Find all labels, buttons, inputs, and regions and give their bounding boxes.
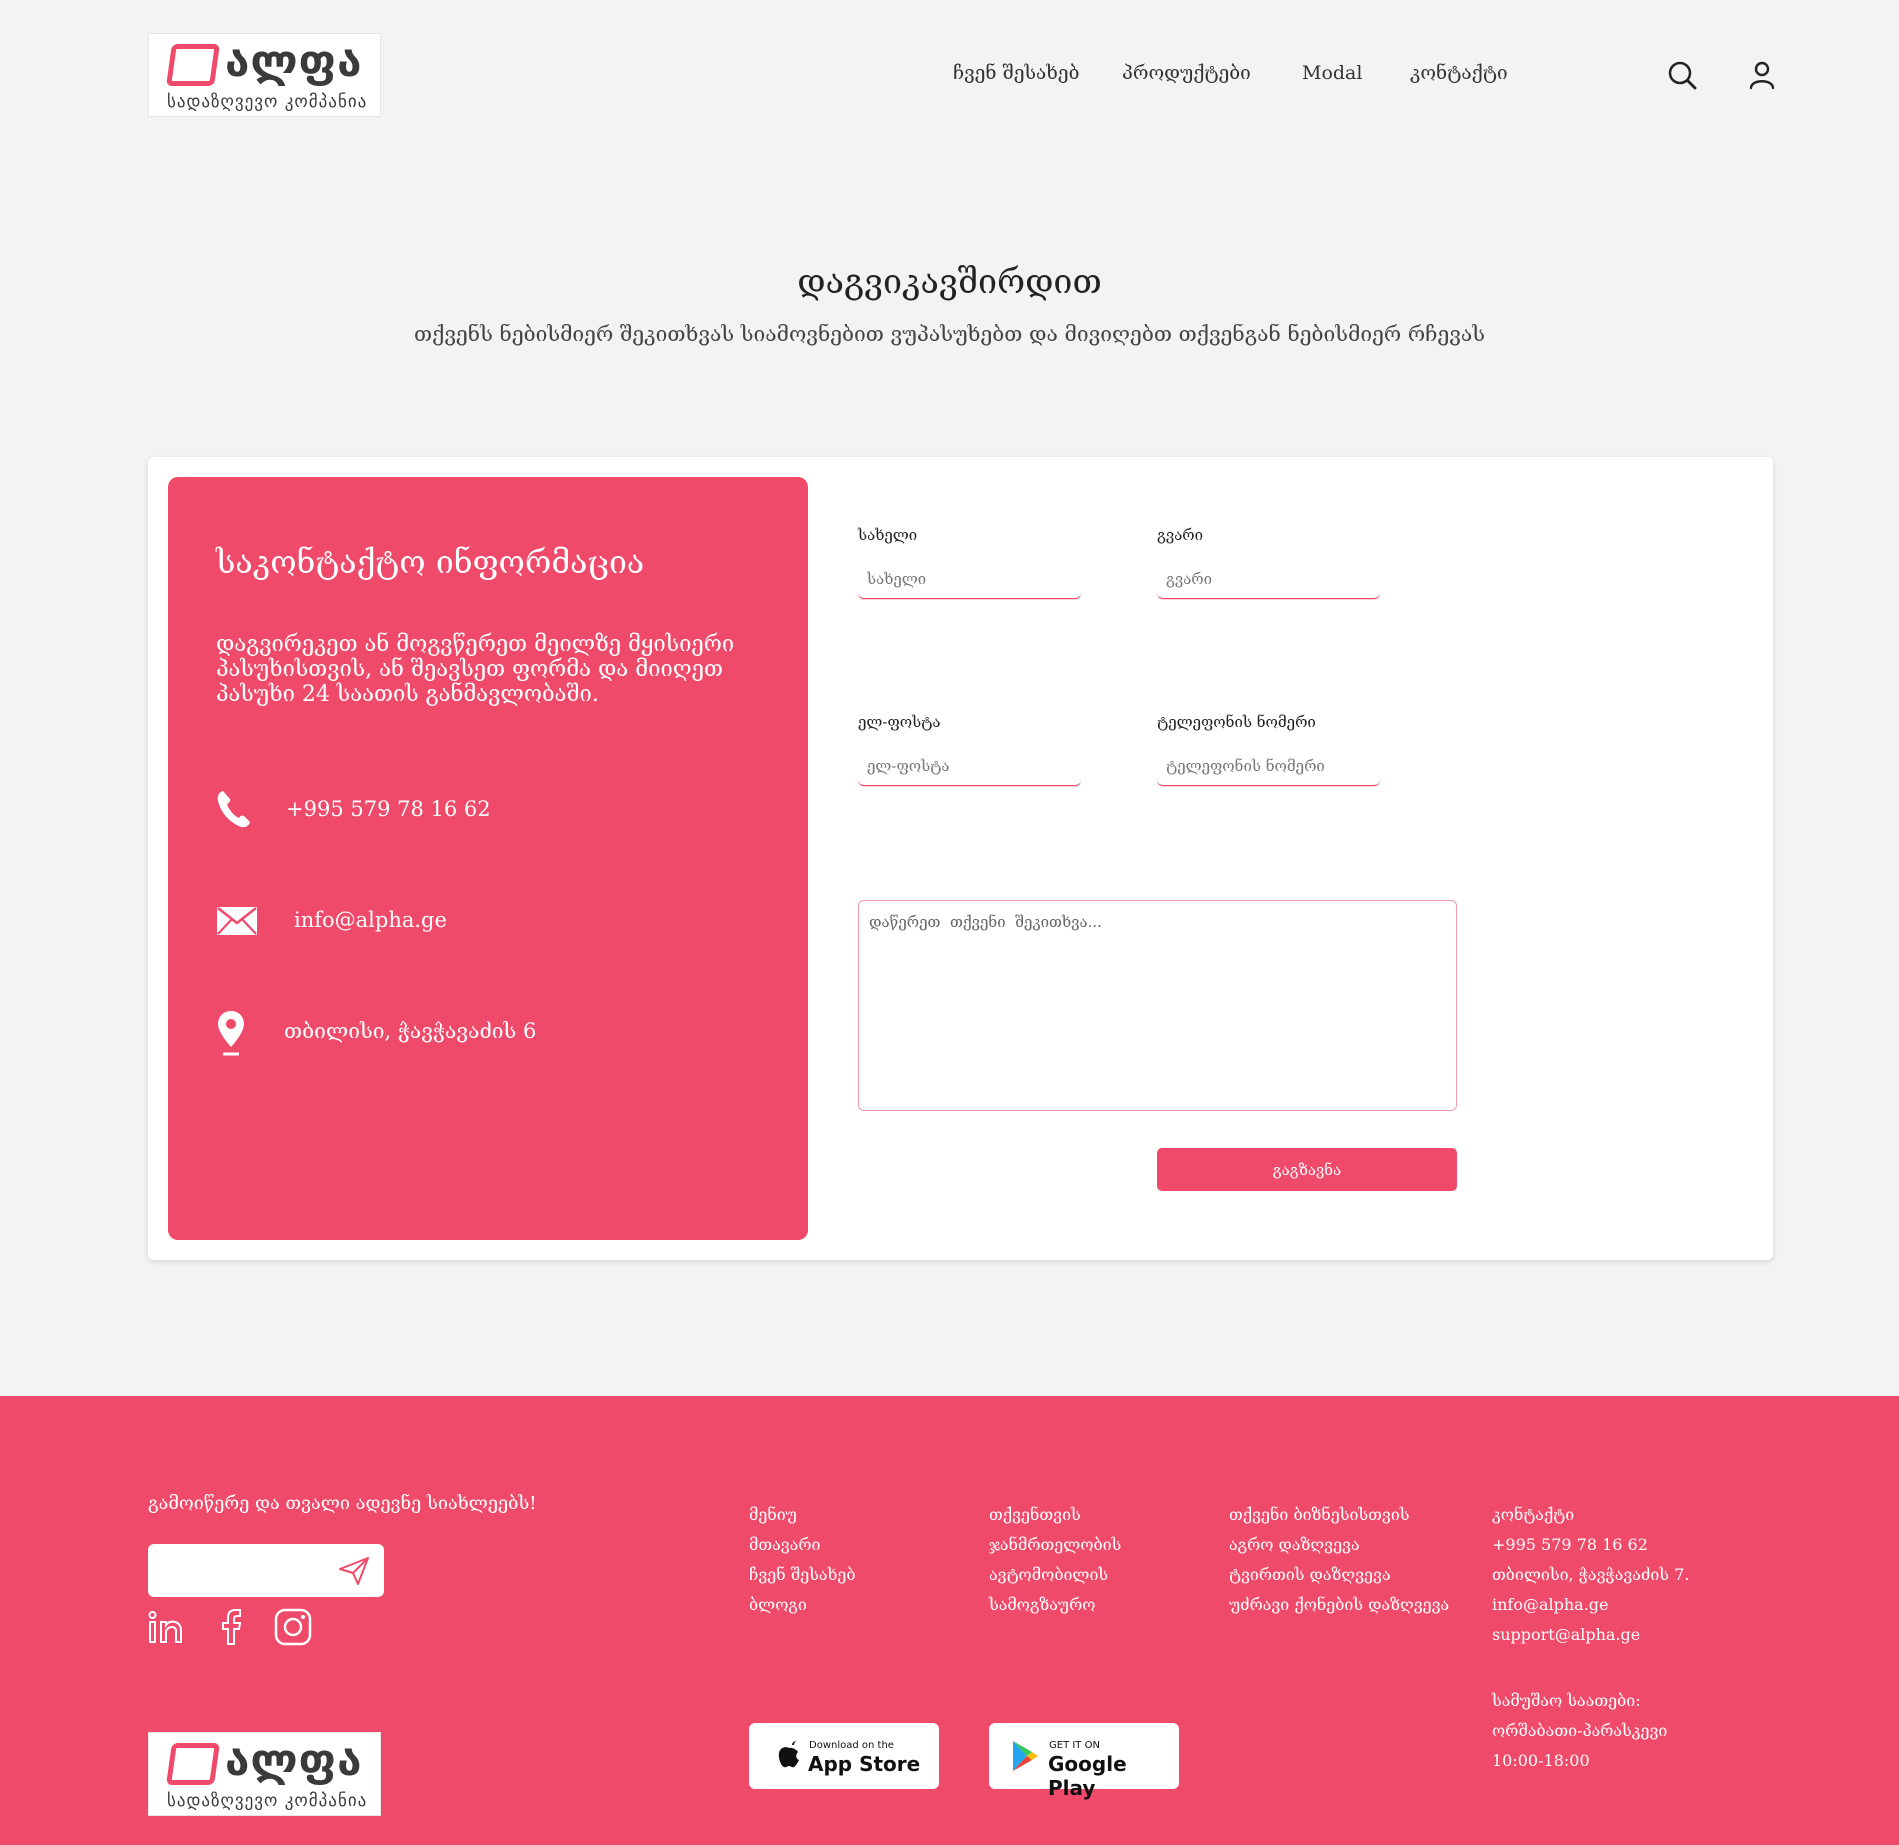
footer-business-column: თქვენი ბიზნესისთვის აგრო დაზღვევა ტვირთი… [1229,1500,1449,1620]
site-header: ალფა სადაზღვევო კომპანია ჩვენ შესახებ პრ… [0,0,1899,150]
first-name-label: სახელი [858,526,918,544]
logo-mark [166,44,220,86]
footer-link-home[interactable]: მთავარი [749,1530,855,1560]
logo-tagline: სადაზღვევო კომპანია [167,92,368,112]
contact-email: info@alpha.ge [294,908,447,932]
footer-link-agro[interactable]: აგრო დაზღვევა [1229,1530,1449,1560]
footer-link-auto[interactable]: ავტომობილის [989,1560,1121,1590]
phone-input[interactable] [1157,746,1380,786]
footer-logo-tagline: სადაზღვევო კომპანია [167,1791,368,1811]
footer-link-travel[interactable]: სამოგზაურო [989,1590,1121,1620]
facebook-icon[interactable] [212,1608,250,1646]
google-play-small-text: GET IT ON [1049,1740,1100,1751]
footer-contact-address: თბილისი, ჭავჭავაძის 7. [1492,1565,1690,1584]
email-label: ელ-ფოსტა [858,713,941,731]
app-store-button[interactable]: Download on the App Store [749,1723,939,1789]
contact-card: საკონტაქტო ინფორმაცია დაგვირეკეთ ან მოგვ… [148,457,1773,1260]
google-play-button[interactable]: GET IT ON Google Play [989,1723,1179,1800]
nav-modal[interactable]: Modal [1302,62,1362,84]
email-input[interactable] [858,746,1081,786]
footer-link-blog[interactable]: ბლოგი [749,1590,855,1620]
logo-word: ალფა [225,36,363,87]
nav-products[interactable]: პროდუქტები [1122,62,1251,84]
linkedin-icon[interactable] [148,1608,186,1646]
footer-spacer [1492,1650,1689,1686]
footer-for-you-column: თქვენთვის ჯანმრთელობის ავტომობილის სამოგ… [989,1500,1121,1620]
app-store-small-text: Download on the [809,1740,894,1751]
footer-menu-heading: მენიუ [749,1505,797,1524]
search-icon[interactable] [1665,58,1699,92]
footer-contact-heading: კონტაქტი [1492,1505,1575,1524]
footer-hours-title: სამუშაო საათები: [1492,1691,1641,1710]
site-footer: გამოიწერე და თვალი ადევნე სიახლეებს! ალფ… [0,1396,1899,1845]
footer-hours-time: 10:00-18:00 [1492,1751,1590,1770]
last-name-label: გვარი [1157,526,1204,544]
send-icon[interactable] [338,1556,370,1586]
user-icon[interactable] [1745,58,1779,92]
footer-logo[interactable]: ალფა სადაზღვევო კომპანია [148,1732,381,1816]
page-subtitle: თქვენს ნებისმიერ შეკითხვას სიამოვნებით ვ… [413,322,1486,346]
footer-logo-word: ალფა [225,1735,363,1786]
contact-info-title: საკონტაქტო ინფორმაცია [216,543,645,581]
google-play-label: Google Play [1048,1752,1127,1800]
last-name-input[interactable] [1157,559,1380,599]
submit-button[interactable]: გაგზავნა [1157,1148,1457,1191]
footer-link-health[interactable]: ჯანმრთელობის [989,1530,1121,1560]
nav-about[interactable]: ჩვენ შესახებ [953,62,1079,84]
first-name-input[interactable] [858,559,1081,599]
app-store-label: App Store [808,1752,921,1776]
footer-link-property[interactable]: უძრავი ქონების დაზღვევა [1229,1590,1449,1620]
footer-link-cargo[interactable]: ტვირთის დაზღვევა [1229,1560,1449,1590]
location-pin-icon [216,1009,246,1061]
footer-contact-column: კონტაქტი +995 579 78 16 62 თბილისი, ჭავჭ… [1492,1500,1689,1776]
contact-info-description: დაგვირეკეთ ან მოგვწერეთ მეილზე მყისიერი … [216,632,735,707]
footer-business-heading: თქვენი ბიზნესისთვის [1229,1505,1410,1524]
phone-label: ტელეფონის ნომერი [1157,713,1316,731]
contact-info-panel: საკონტაქტო ინფორმაცია დაგვირეკეთ ან მოგვ… [168,477,808,1240]
nav-contact[interactable]: კონტაქტი [1410,62,1508,84]
phone-icon [216,789,252,833]
footer-support-email[interactable]: support@alpha.ge [1492,1620,1689,1650]
logo[interactable]: ალფა სადაზღვევო კომპანია [148,33,381,117]
google-play-icon [1011,1740,1039,1776]
footer-hours-days: ორშაბათი-პარასკევი [1492,1721,1668,1740]
subscribe-box [148,1544,384,1597]
footer-link-about[interactable]: ჩვენ შესახებ [749,1560,855,1590]
footer-menu-column: მენიუ მთავარი ჩვენ შესახებ ბლოგი [749,1500,855,1620]
contact-address: თბილისი, ჭავჭავაძის 6 [284,1019,537,1043]
message-textarea[interactable] [858,900,1457,1111]
subscribe-email-input[interactable] [148,1544,328,1597]
footer-logo-mark [166,1743,220,1785]
contact-phone: +995 579 78 16 62 [286,797,491,821]
footer-contact-email[interactable]: info@alpha.ge [1492,1590,1689,1620]
page-title: დაგვიკავშირდით [797,262,1102,302]
subscribe-title: გამოიწერე და თვალი ადევნე სიახლეებს! [148,1493,537,1514]
apple-icon [777,1741,801,1773]
footer-contact-phone[interactable]: +995 579 78 16 62 [1492,1530,1689,1560]
mail-icon [216,906,258,940]
instagram-icon[interactable] [274,1608,312,1646]
footer-for-you-heading: თქვენთვის [989,1505,1081,1524]
